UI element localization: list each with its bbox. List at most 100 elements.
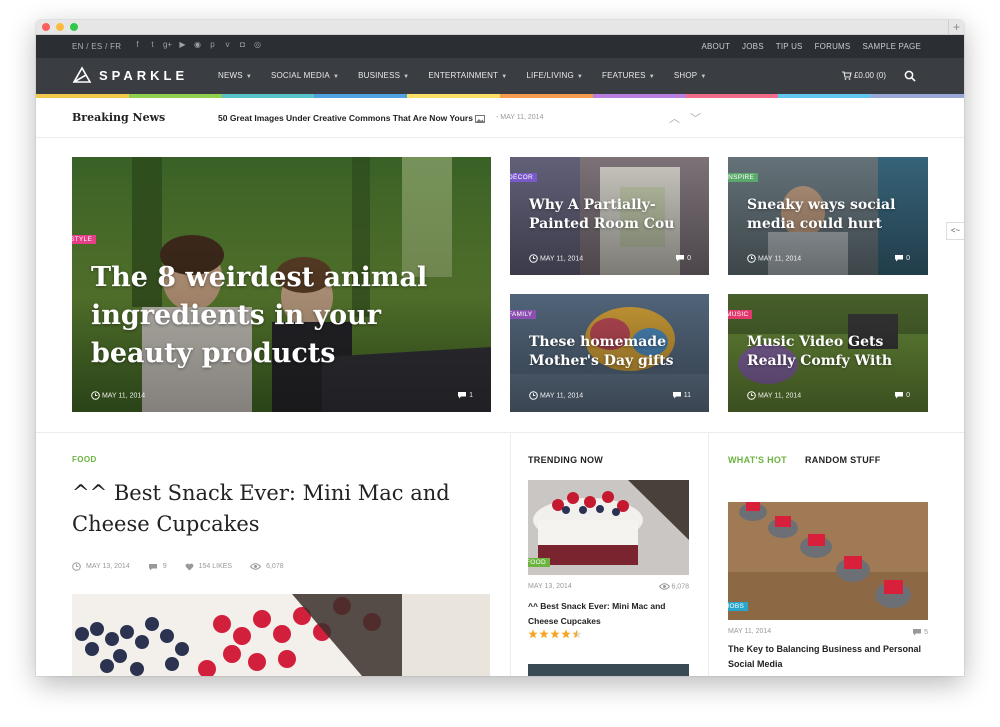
view-count: 6,078 [266, 563, 284, 570]
nav-item-life-living[interactable]: LIFE/LIVING ▼ [526, 58, 583, 94]
comment-count: 0 [687, 254, 691, 262]
top-link-tip-us[interactable]: TIP US [776, 42, 803, 51]
category-tag[interactable]: MUSIC [728, 310, 753, 319]
top-link-jobs[interactable]: JOBS [742, 42, 764, 51]
featured-main-title[interactable]: The 8 weirdest animal ingredients in you… [91, 259, 451, 373]
featured-card[interactable]: MUSIC Music Video Gets Really Comfy With… [728, 294, 928, 412]
nav-item-features[interactable]: FEATURES ▼ [602, 58, 655, 94]
tab-random-stuff[interactable]: RANDOM STUFF [805, 455, 881, 465]
browser-window: + EN / ES / FR f t g+ ▶ ◉ p v ◘ ◎ ABOUT … [36, 20, 964, 676]
chevron-down-icon: ▼ [700, 74, 707, 80]
post-category[interactable]: FOOD [72, 455, 97, 464]
like-count: 154 LIKES [198, 563, 233, 570]
logo-mark-icon [72, 66, 92, 83]
clock-icon [747, 391, 756, 400]
comment-icon [148, 563, 157, 570]
instagram-icon[interactable]: ◘ [235, 40, 250, 49]
star-icon [539, 629, 549, 639]
featured-card-meta: MAY 11, 2014 0 [529, 254, 691, 263]
comment-count: 0 [906, 391, 910, 399]
featured-card[interactable]: DÉCOR Why A Partially-Painted Room Cou M… [510, 157, 709, 275]
trending-title[interactable]: ^^ Best Snack Ever: Mini Mac and Cheese … [528, 599, 689, 629]
featured-card[interactable]: INSPIRE Sneaky ways social media could h… [728, 157, 928, 275]
star-icon [572, 629, 582, 639]
whats-hot-meta: MAY 11, 2014 5 [728, 628, 928, 636]
breaking-news-date: - MAY 11, 2014 [496, 114, 544, 121]
site-logo[interactable]: SPARKLE [72, 66, 188, 84]
comment-icon [676, 255, 685, 262]
facebook-icon[interactable]: f [130, 40, 145, 49]
comment-icon [895, 255, 904, 262]
category-tag[interactable]: JOBS [728, 602, 749, 611]
featured-card[interactable]: FAMILY These homemade Mother's Day gifts… [510, 294, 709, 412]
top-link-about[interactable]: ABOUT [701, 42, 730, 51]
nav-item-shop[interactable]: SHOP ▼ [674, 58, 707, 94]
whats-hot-image[interactable]: JOBS [728, 502, 928, 620]
search-icon[interactable] [904, 70, 916, 82]
rss-icon[interactable]: ◉ [190, 40, 205, 49]
chevron-up-icon[interactable]: ︿ [669, 110, 680, 126]
featured-main-card[interactable]: STYLE The 8 weirdest animal ingredients … [72, 157, 491, 412]
nav-item-entertainment[interactable]: ENTERTAINMENT ▼ [428, 58, 507, 94]
close-window-button[interactable] [42, 23, 50, 31]
main-navigation: SPARKLE NEWS ▼ SOCIAL MEDIA ▼ BUSINESS ▼ EN… [36, 58, 964, 94]
nav-menu: NEWS ▼ SOCIAL MEDIA ▼ BUSINESS ▼ ENTERTAINM… [218, 58, 706, 94]
chevron-down-icon[interactable]: ﹀ [690, 110, 701, 126]
chevron-down-icon: ▼ [501, 74, 508, 80]
breaking-news-headline[interactable]: 50 Great Images Under Creative Commons T… [218, 113, 486, 123]
featured-card-title[interactable]: These homemade Mother's Day gifts [529, 333, 679, 371]
top-link-sample-page[interactable]: SAMPLE PAGE [862, 42, 921, 51]
comment-icon [672, 392, 681, 399]
nav-item-social-media[interactable]: SOCIAL MEDIA ▼ [271, 58, 339, 94]
category-tag[interactable]: INSPIRE [728, 173, 759, 182]
category-tag[interactable]: FOOD [528, 558, 550, 567]
star-icon [561, 629, 571, 639]
post-date: MAY 11, 2014 [757, 255, 802, 263]
featured-card-title[interactable]: Sneaky ways social media could hurt [747, 196, 907, 234]
breaking-news-label: Breaking News [72, 111, 166, 124]
trending-heading: TRENDING NOW [528, 455, 604, 465]
featured-card-meta: MAY 11, 2014 11 [529, 391, 691, 400]
comment-icon [913, 629, 922, 636]
comment-count: 5 [924, 628, 928, 636]
tab-whats-hot[interactable]: WHAT'S HOT [728, 455, 787, 465]
post-title[interactable]: ^^ Best Snack Ever: Mini Mac and Cheese … [72, 478, 472, 540]
post-image[interactable] [72, 594, 490, 676]
comment-count: 1 [469, 391, 473, 399]
cart-button[interactable]: £0.00 (0) [841, 58, 886, 94]
image-icon [475, 114, 486, 123]
chevron-down-icon: ▼ [332, 74, 340, 80]
language-switcher[interactable]: EN / ES / FR [72, 42, 121, 51]
nav-item-news[interactable]: NEWS ▼ [218, 58, 252, 94]
youtube-icon[interactable]: ▶ [175, 40, 190, 49]
chevron-down-icon: ▼ [648, 74, 655, 80]
featured-card-title[interactable]: Why A Partially-Painted Room Cou [529, 196, 679, 234]
nav-item-business[interactable]: BUSINESS ▼ [358, 58, 409, 94]
dribbble-icon[interactable]: ◎ [250, 40, 265, 49]
chevron-down-icon: ▼ [403, 74, 410, 80]
zoom-window-button[interactable] [70, 23, 78, 31]
category-tag[interactable]: STYLE [72, 235, 97, 244]
trending-image-next[interactable] [528, 664, 689, 676]
whats-hot-title[interactable]: The Key to Balancing Business and Person… [728, 642, 928, 672]
chevron-down-icon: ▼ [576, 74, 584, 80]
pinterest-icon[interactable]: p [205, 40, 220, 49]
post-date: MAY 13, 2014 [86, 563, 130, 570]
trending-image[interactable]: FOOD [528, 480, 689, 575]
cart-icon [841, 71, 852, 81]
twitter-icon[interactable]: t [145, 40, 160, 49]
view-count: 6,078 [671, 583, 689, 591]
new-tab-button[interactable]: + [948, 20, 964, 35]
top-link-forums[interactable]: FORUMS [815, 42, 851, 51]
comment-count: 11 [683, 391, 691, 399]
side-panel-toggle[interactable]: <~ [946, 222, 964, 240]
heart-icon[interactable] [185, 563, 194, 571]
minimize-window-button[interactable] [56, 23, 64, 31]
vimeo-icon[interactable]: v [220, 40, 235, 49]
google-plus-icon[interactable]: g+ [160, 40, 175, 49]
logo-text: SPARKLE [99, 67, 189, 83]
top-bar: EN / ES / FR f t g+ ▶ ◉ p v ◘ ◎ ABOUT JO… [36, 35, 964, 58]
category-tag[interactable]: FAMILY [510, 310, 537, 319]
category-tag[interactable]: DÉCOR [510, 173, 537, 182]
featured-card-title[interactable]: Music Video Gets Really Comfy With [747, 333, 907, 371]
